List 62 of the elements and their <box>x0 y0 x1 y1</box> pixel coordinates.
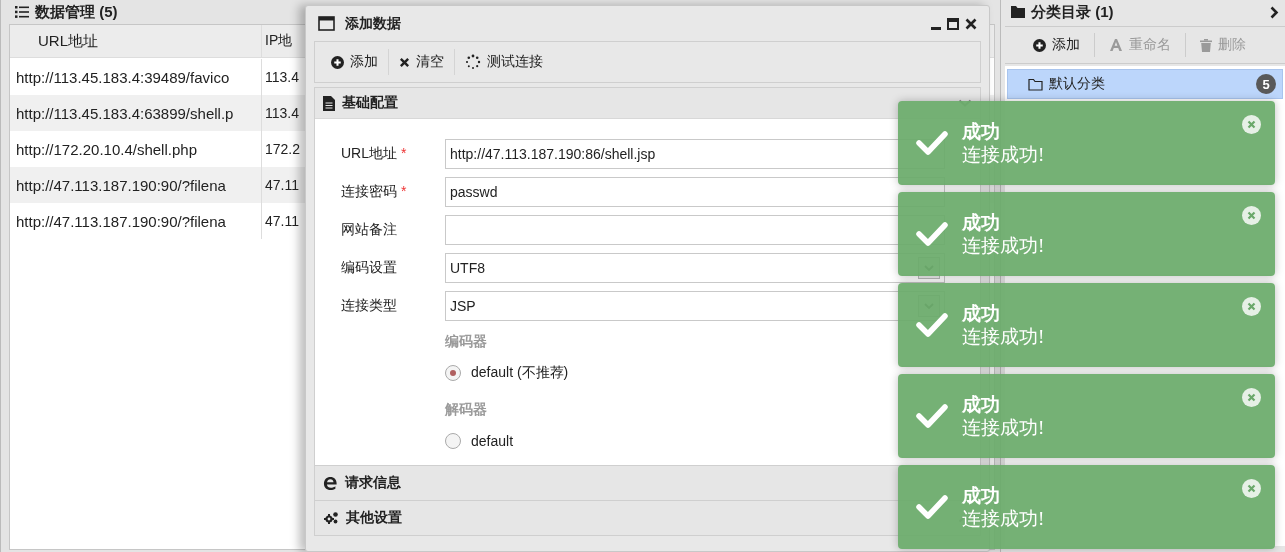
list-icon <box>15 6 29 18</box>
close-icon <box>399 56 410 68</box>
folder-outline-icon <box>1028 77 1043 91</box>
table-cell: http://47.113.187.190:90/?filena <box>10 167 262 203</box>
table-cell: http://47.113.187.190:90/?filena <box>10 203 262 239</box>
table-cell-text: 172.2 <box>264 140 302 159</box>
add-button[interactable]: 添加 <box>1019 33 1094 57</box>
clear-button[interactable]: 清空 <box>389 49 454 75</box>
add-button[interactable]: 添加 <box>321 49 388 75</box>
close-button[interactable] <box>965 17 977 30</box>
field-label: URL地址 * <box>341 145 408 163</box>
panel-title: 数据管理 (5) <box>35 2 118 22</box>
chevron-right-icon <box>1270 5 1279 19</box>
plus-circle-icon <box>1033 38 1046 52</box>
field-label: 编码设置 <box>341 259 398 277</box>
radio-button[interactable] <box>445 365 461 381</box>
radio-label: default (不推荐) <box>471 364 569 382</box>
toast-title: 成功 <box>962 211 1001 234</box>
maximize-button[interactable] <box>947 17 959 30</box>
panel-title: 分类目录 (1) <box>1031 2 1115 22</box>
spinner-icon <box>465 54 481 70</box>
column-header[interactable]: URL地址 <box>10 25 262 57</box>
category-item[interactable]: 默认分类 5 <box>1007 69 1283 99</box>
field-label: 连接密码 * <box>341 183 408 201</box>
column-header[interactable]: IP地 <box>262 25 296 57</box>
trash-icon <box>1200 38 1212 52</box>
table-cell-text: 113.4 <box>264 68 300 87</box>
test-button[interactable]: 测试连接 <box>455 49 553 75</box>
letter-a-icon <box>1109 38 1123 52</box>
checkmark-icon <box>916 221 948 247</box>
toast-title: 成功 <box>962 302 1001 325</box>
toast-message: 连接成功! <box>962 416 1045 439</box>
gears-icon <box>323 511 339 525</box>
window-icon <box>318 16 335 31</box>
count-badge: 5 <box>1256 74 1276 94</box>
field-label: 网站备注 <box>341 221 398 239</box>
radio-label: default <box>471 433 514 449</box>
plus-circle-icon <box>331 55 344 69</box>
letter-e-icon <box>323 475 338 491</box>
group-label: 编码器 <box>445 332 487 351</box>
minimize-button[interactable] <box>931 26 941 30</box>
table-cell-text: 47.11 <box>264 176 300 195</box>
field-label: 连接类型 <box>341 297 398 315</box>
document-icon <box>323 95 335 111</box>
group-label: 解码器 <box>445 400 487 419</box>
input-field[interactable]: passwd <box>445 177 945 207</box>
checkmark-icon <box>916 403 948 429</box>
folder-icon <box>1011 6 1025 18</box>
toast-title: 成功 <box>962 393 1001 416</box>
checkmark-icon <box>916 130 948 156</box>
checkmark-icon <box>916 312 948 338</box>
select-field[interactable]: UTF8 <box>445 253 945 283</box>
checkmark-icon <box>916 494 948 520</box>
table-cell: http://113.45.183.4:63899/shell.p <box>10 95 262 131</box>
dialog-title: 添加数据 <box>345 14 402 33</box>
toast-message: 连接成功! <box>962 143 1045 166</box>
toast-message: 连接成功! <box>962 234 1045 257</box>
radio-button[interactable] <box>445 433 461 449</box>
table-cell-text: 47.11 <box>264 212 300 231</box>
table-cell-text: 113.4 <box>264 104 300 123</box>
toast-message: 连接成功! <box>962 325 1045 348</box>
toast-title: 成功 <box>962 120 1001 143</box>
